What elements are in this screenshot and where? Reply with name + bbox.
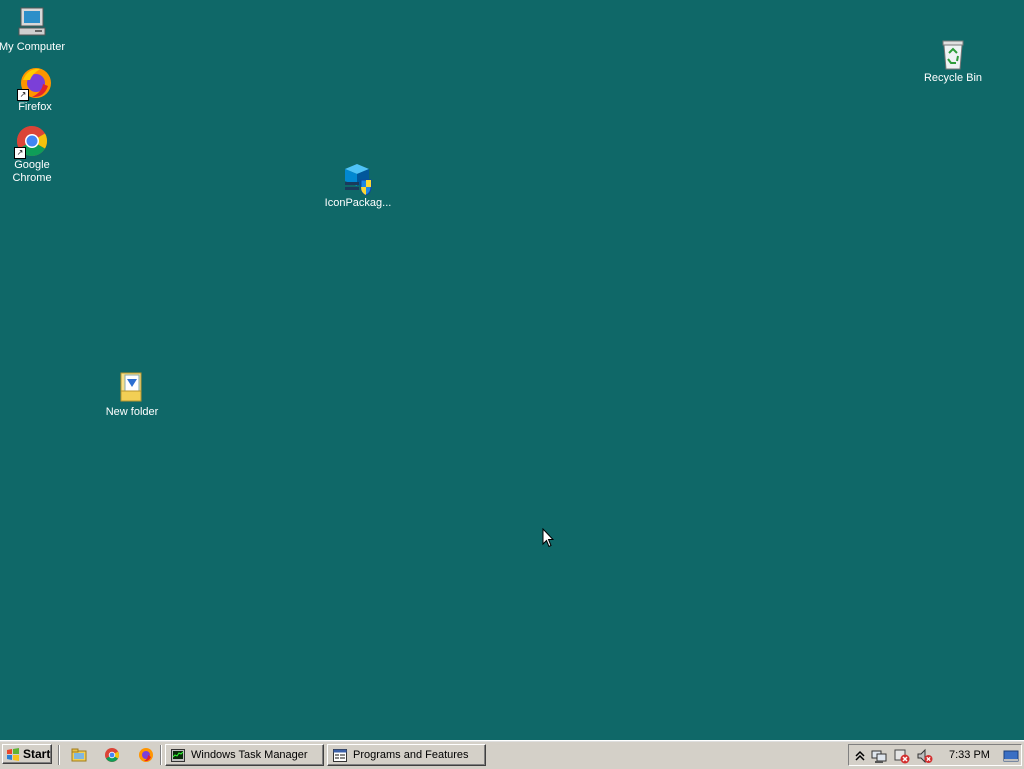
iconpackager-icon [341,162,375,196]
taskbar-separator [160,745,162,765]
start-label: Start [23,747,51,761]
desktop-icon-iconpackager[interactable]: IconPackag... [320,162,396,210]
firefox-icon: ↗ [17,66,52,101]
desktop-icon-my-computer[interactable]: My Computer [0,6,70,54]
chrome-icon[interactable] [104,747,120,763]
taskbar-separator [58,745,60,765]
desktop-icon-label: Firefox [18,101,52,113]
desktop-icon-label: New folder [105,406,159,418]
desktop-icon-label: Recycle Bin [923,72,983,84]
task-button-windows-task-manager[interactable]: Windows Task Manager [165,744,324,766]
computer-icon [15,6,49,40]
security-alert-icon[interactable] [894,748,910,764]
desktop-icon-label: IconPackag... [324,197,392,209]
show-desktop-icon[interactable] [1003,748,1019,764]
start-button[interactable]: Start [2,744,52,764]
desktop-icon-recycle-bin[interactable]: Recycle Bin [915,37,991,85]
shortcut-arrow-icon: ↗ [14,147,26,159]
explorer-icon[interactable] [71,747,87,763]
desktop-icon-label: Google [14,159,50,171]
network-icon[interactable] [871,748,887,764]
task-button-programs-and-features[interactable]: Programs and Features [327,744,486,766]
task-button-label: Programs and Features [353,749,469,761]
clock[interactable]: 7:33 PM [949,749,990,761]
firefox-icon[interactable] [138,747,154,763]
desktop-icon-google-chrome[interactable]: ↗ Google Chrome [0,124,70,185]
folder-icon [115,371,149,405]
desktop-icon-label: My Computer [0,41,66,53]
task-button-label: Windows Task Manager [191,749,308,761]
shortcut-arrow-icon: ↗ [17,89,29,101]
programs-features-icon [333,748,347,762]
task-manager-icon [171,748,185,762]
desktop-icon-label: Chrome [12,172,52,184]
mouse-pointer-icon [542,527,555,551]
chrome-icon: ↗ [14,124,49,159]
volume-muted-icon[interactable] [917,748,933,764]
system-tray: 7:33 PM [848,744,1022,766]
desktop-icon-firefox[interactable]: ↗ Firefox [0,66,73,114]
taskbar: Start Windows Task Manager Programs and … [0,740,1024,769]
windows-logo-icon [6,747,20,761]
show-hidden-icons-arrow-icon[interactable] [852,748,868,764]
recycle-bin-icon [936,37,970,71]
desktop-icon-new-folder[interactable]: New folder [94,371,170,419]
